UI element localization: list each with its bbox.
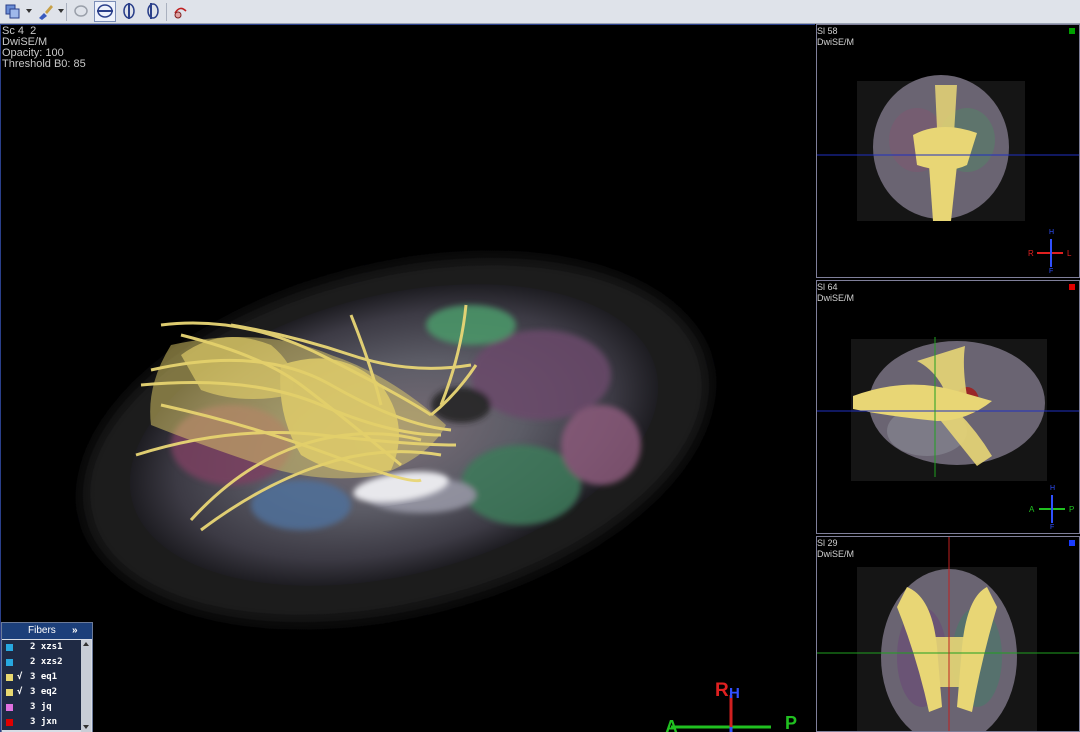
coronal-view-panel[interactable]: Sl 58 DwiSE/M H R L F xyxy=(816,24,1080,278)
fiber-visibility-check[interactable]: √ xyxy=(17,687,22,697)
brain-axial-render xyxy=(82,257,710,623)
layers-icon xyxy=(5,4,20,19)
fiber-color-swatch[interactable] xyxy=(6,659,13,666)
orient-label-f: F xyxy=(1050,524,1055,531)
fiber-tool-icon xyxy=(174,7,187,19)
main-3d-viewport[interactable]: Sc 4 2 DwiSE/M Opacity: 100 Threshold B0… xyxy=(0,24,815,732)
fiber-row-xzs1[interactable]: 2 xzs1 xyxy=(2,640,82,655)
fiber-row-eq1[interactable]: √ 3 eq1 xyxy=(2,670,82,685)
toolbar xyxy=(0,0,1080,24)
orient-label-f: F xyxy=(1049,268,1054,275)
fibers-panel-header: Fibers » xyxy=(2,623,92,639)
orient-label-a: A xyxy=(665,717,678,732)
orient-label-h: H xyxy=(1049,229,1055,236)
orient-label-r: R xyxy=(715,680,729,701)
scroll-up-icon[interactable] xyxy=(83,642,89,646)
orient-label-a: A xyxy=(1029,505,1035,514)
orient-label-p: P xyxy=(1069,505,1075,514)
coronal-view-button[interactable] xyxy=(118,1,140,22)
axial-view-button[interactable] xyxy=(94,1,116,22)
orient-label-h: H xyxy=(1050,485,1056,492)
fiber-color-swatch[interactable] xyxy=(6,704,13,711)
orient-label-r: R xyxy=(1028,249,1034,258)
brush-dropdown-arrow[interactable] xyxy=(58,9,64,13)
scroll-down-icon[interactable] xyxy=(83,725,89,729)
fibers-scrollbar[interactable] xyxy=(81,640,91,732)
fiber-name: 3 jq xyxy=(30,702,52,712)
orient-label-l: L xyxy=(1067,249,1072,258)
fiber-name: 3 eq1 xyxy=(30,672,58,682)
sagittal-view-panel[interactable]: Sl 64 DwiSE/M H A P F xyxy=(816,280,1080,534)
fiber-row-jxn[interactable]: 3 jxn xyxy=(2,715,82,730)
fiber-color-swatch[interactable] xyxy=(6,719,13,726)
fiber-row-jq[interactable]: 3 jq xyxy=(2,700,82,715)
fiber-name: 3 eq2 xyxy=(30,687,58,697)
orientation-axes-mini xyxy=(1037,239,1063,267)
lasso-button[interactable] xyxy=(70,1,92,22)
lasso-icon xyxy=(74,5,88,17)
brush-icon xyxy=(39,5,53,20)
axial-slice-image xyxy=(817,537,1079,731)
fiber-name: 3 jxn xyxy=(30,717,58,727)
layers-dropdown-arrow[interactable] xyxy=(26,9,32,13)
fiber-color-swatch[interactable] xyxy=(6,689,13,696)
fiber-name: 2 xzs1 xyxy=(30,642,63,652)
axial-view-panel[interactable]: Sl 29 DwiSE/M xyxy=(816,536,1080,732)
sagittal-view-button[interactable] xyxy=(142,1,164,22)
orient-label-p: P xyxy=(785,713,798,732)
layers-button[interactable] xyxy=(2,1,24,22)
orientation-axes-mini xyxy=(1039,495,1065,523)
coronal-slice-image xyxy=(817,75,1079,267)
fiber-color-swatch[interactable] xyxy=(6,644,13,651)
fiber-tool-button[interactable] xyxy=(170,1,192,22)
axial-view-icon xyxy=(97,4,113,18)
sagittal-view-icon xyxy=(147,3,159,19)
sagittal-slice-image xyxy=(817,337,1079,523)
brush-button[interactable] xyxy=(34,1,56,22)
fiber-color-swatch[interactable] xyxy=(6,674,13,681)
fibers-title: Fibers xyxy=(28,625,56,636)
orient-label-h: H xyxy=(729,685,740,702)
fiber-visibility-check[interactable]: √ xyxy=(17,672,22,682)
fiber-row-xzs2[interactable]: 2 xzs2 xyxy=(2,655,82,670)
fiber-name: 2 xzs2 xyxy=(30,657,63,667)
expand-icon[interactable]: » xyxy=(72,623,78,639)
fiber-row-eq2[interactable]: √ 3 eq2 xyxy=(2,685,82,700)
coronal-view-icon xyxy=(123,3,135,19)
fibers-panel: Fibers » 2 xzs1 2 xzs2 √ 3 eq1 √ 3 eq2 3… xyxy=(1,622,93,732)
